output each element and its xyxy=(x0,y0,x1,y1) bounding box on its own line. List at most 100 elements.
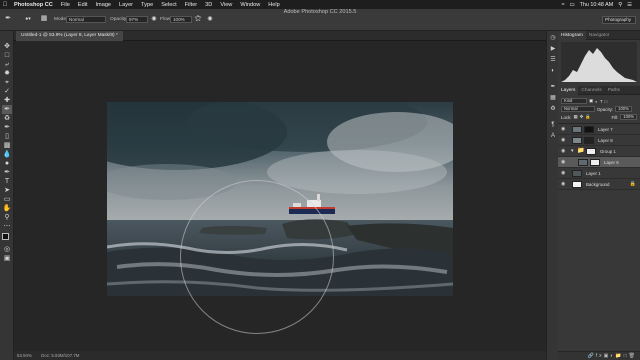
more-tools-icon[interactable]: ⋯ xyxy=(2,222,12,231)
layer-row[interactable]: ◉ Layer 8 xyxy=(558,135,640,146)
brush-size-picker[interactable]: ●▾ xyxy=(24,15,32,23)
crop-tool-icon[interactable]: ⌖ xyxy=(2,78,12,87)
hand-tool-icon[interactable]: ✋ xyxy=(2,204,12,213)
brush-panel-icon[interactable]: ▦ xyxy=(40,15,48,23)
pressure-size-icon[interactable]: ◉ xyxy=(206,15,214,23)
blend-mode-select[interactable]: Normal xyxy=(561,106,595,112)
menu-view[interactable]: View xyxy=(216,2,236,8)
layer-row[interactable]: ◉ Layer 7 xyxy=(558,124,640,135)
character-icon[interactable]: A xyxy=(549,132,557,140)
history-brush-tool-icon[interactable]: ✒ xyxy=(2,123,12,132)
menu-file[interactable]: File xyxy=(57,2,74,8)
paragraph-icon[interactable]: ¶ xyxy=(549,121,557,129)
layer-name[interactable]: Background xyxy=(586,179,609,190)
menu-type[interactable]: Type xyxy=(137,2,157,8)
properties-icon[interactable]: ☰ xyxy=(549,56,557,64)
zoom-tool-icon[interactable]: ⚲ xyxy=(2,213,12,222)
apple-icon[interactable]:  xyxy=(0,2,10,8)
layer-thumbnail[interactable] xyxy=(572,126,582,133)
filter-type-icon[interactable]: T xyxy=(600,99,603,104)
layer-thumbnail[interactable] xyxy=(572,170,582,177)
battery-icon[interactable]: ▭ xyxy=(570,2,575,8)
visibility-eye-icon[interactable]: ◉ xyxy=(561,157,565,168)
layer-mask-thumbnail[interactable] xyxy=(584,126,594,133)
fill-field[interactable]: 100% xyxy=(620,114,637,120)
group-expand-chevron-icon[interactable]: ▾ xyxy=(571,146,574,157)
gradient-tool-icon[interactable]: ▩ xyxy=(2,141,12,150)
tab-navigator[interactable]: Navigator xyxy=(586,31,613,40)
visibility-eye-icon[interactable]: ◉ xyxy=(561,168,565,179)
tab-histogram[interactable]: Histogram xyxy=(558,30,586,40)
layer-row-background[interactable]: ◉ Background 🔒 xyxy=(558,179,640,190)
group-row[interactable]: ◉ ▾ 📁 Group 1 xyxy=(558,146,640,157)
mode-select[interactable]: Normal xyxy=(66,16,106,23)
menu-window[interactable]: Window xyxy=(236,2,264,8)
foreground-color-swatch[interactable] xyxy=(2,233,9,240)
layer-row-selected[interactable]: ◉ Layer 6 xyxy=(558,157,640,168)
brush-tool-preset-icon[interactable]: ✒ xyxy=(4,15,12,23)
wifi-icon[interactable]: ≈ xyxy=(562,2,565,8)
menu-app-name[interactable]: Photoshop CC xyxy=(10,2,57,8)
layer-row[interactable]: ◉ Layer 1 xyxy=(558,168,640,179)
menu-3d[interactable]: 3D xyxy=(201,2,216,8)
tab-paths[interactable]: Paths xyxy=(605,86,623,95)
lock-all-icon[interactable]: 🔒 xyxy=(585,114,590,120)
menu-select[interactable]: Select xyxy=(157,2,181,8)
clone-source-icon[interactable]: ♻ xyxy=(549,105,557,113)
menu-list-icon[interactable]: ☰ xyxy=(627,2,632,8)
visibility-eye-icon[interactable]: ◉ xyxy=(561,124,565,135)
visibility-eye-icon[interactable]: ◉ xyxy=(561,135,565,146)
menu-filter[interactable]: Filter xyxy=(181,2,201,8)
visibility-eye-icon[interactable]: ◉ xyxy=(561,179,565,190)
tab-layers[interactable]: Layers xyxy=(558,85,579,95)
layer-thumbnail[interactable] xyxy=(572,137,582,144)
clock[interactable]: Thu 10:48 AM xyxy=(580,2,614,8)
document-size[interactable]: Doc: 5.93M/107.7M xyxy=(41,353,79,358)
marquee-tool-icon[interactable]: □ xyxy=(2,51,12,60)
eraser-tool-icon[interactable]: ▯ xyxy=(2,132,12,141)
history-icon[interactable]: ◷ xyxy=(549,34,557,42)
filter-shape-icon[interactable]: □ xyxy=(605,99,608,104)
fx-icon[interactable]: fx xyxy=(596,353,604,359)
new-group-icon[interactable]: 📁 xyxy=(615,353,623,359)
pressure-opacity-icon[interactable]: ◉ xyxy=(150,15,158,23)
filter-adjustment-icon[interactable]: ◐ xyxy=(595,99,598,104)
menu-help[interactable]: Help xyxy=(264,2,284,8)
adjustments-icon[interactable]: ◐ xyxy=(549,67,557,75)
layer-opacity-field[interactable]: 100% xyxy=(615,106,632,112)
actions-icon[interactable]: ▶ xyxy=(549,45,557,53)
layer-name[interactable]: Layer 1 xyxy=(586,168,601,179)
dodge-tool-icon[interactable]: ● xyxy=(2,159,12,168)
layer-thumbnail[interactable] xyxy=(572,181,582,188)
blur-tool-icon[interactable]: 💧 xyxy=(2,150,12,159)
layer-name[interactable]: Layer 7 xyxy=(598,124,613,135)
layer-name[interactable]: Layer 6 xyxy=(604,157,619,168)
workspace-switcher[interactable]: Photography xyxy=(602,16,636,24)
eyedropper-tool-icon[interactable]: ✓ xyxy=(2,87,12,96)
menu-image[interactable]: Image xyxy=(92,2,116,8)
brush-tool-icon[interactable]: ✒ xyxy=(2,105,12,114)
layer-thumbnail[interactable] xyxy=(578,159,588,166)
quick-select-tool-icon[interactable]: ✸ xyxy=(2,69,12,78)
airbrush-icon[interactable]: ⚝ xyxy=(194,15,202,23)
screen-mode-icon[interactable]: ▣ xyxy=(2,254,12,263)
link-layers-icon[interactable]: 🔗 xyxy=(587,353,595,359)
pen-tool-icon[interactable]: ✒ xyxy=(2,168,12,177)
layer-name[interactable]: Layer 8 xyxy=(598,135,613,146)
lasso-tool-icon[interactable]: ⤶ xyxy=(2,60,12,69)
menu-edit[interactable]: Edit xyxy=(74,2,92,8)
healing-brush-tool-icon[interactable]: ✚ xyxy=(2,96,12,105)
shape-tool-icon[interactable]: ▭ xyxy=(2,195,12,204)
lock-pixels-icon[interactable]: ▦ xyxy=(574,114,578,120)
opacity-field[interactable]: 97% xyxy=(126,16,148,23)
move-tool-icon[interactable]: ✥ xyxy=(2,42,12,51)
trash-icon[interactable]: 🗑 xyxy=(629,353,637,359)
tab-channels[interactable]: Channels xyxy=(578,86,604,95)
brush-presets-icon[interactable]: ▦ xyxy=(549,94,557,102)
search-icon[interactable]: ⚲ xyxy=(618,2,622,8)
filter-pixel-icon[interactable]: ▣ xyxy=(589,98,593,104)
path-selection-tool-icon[interactable]: ➤ xyxy=(2,186,12,195)
clone-stamp-tool-icon[interactable]: ♻ xyxy=(2,114,12,123)
brushes-icon[interactable]: ✒ xyxy=(549,83,557,91)
layer-mask-thumbnail[interactable] xyxy=(590,159,600,166)
